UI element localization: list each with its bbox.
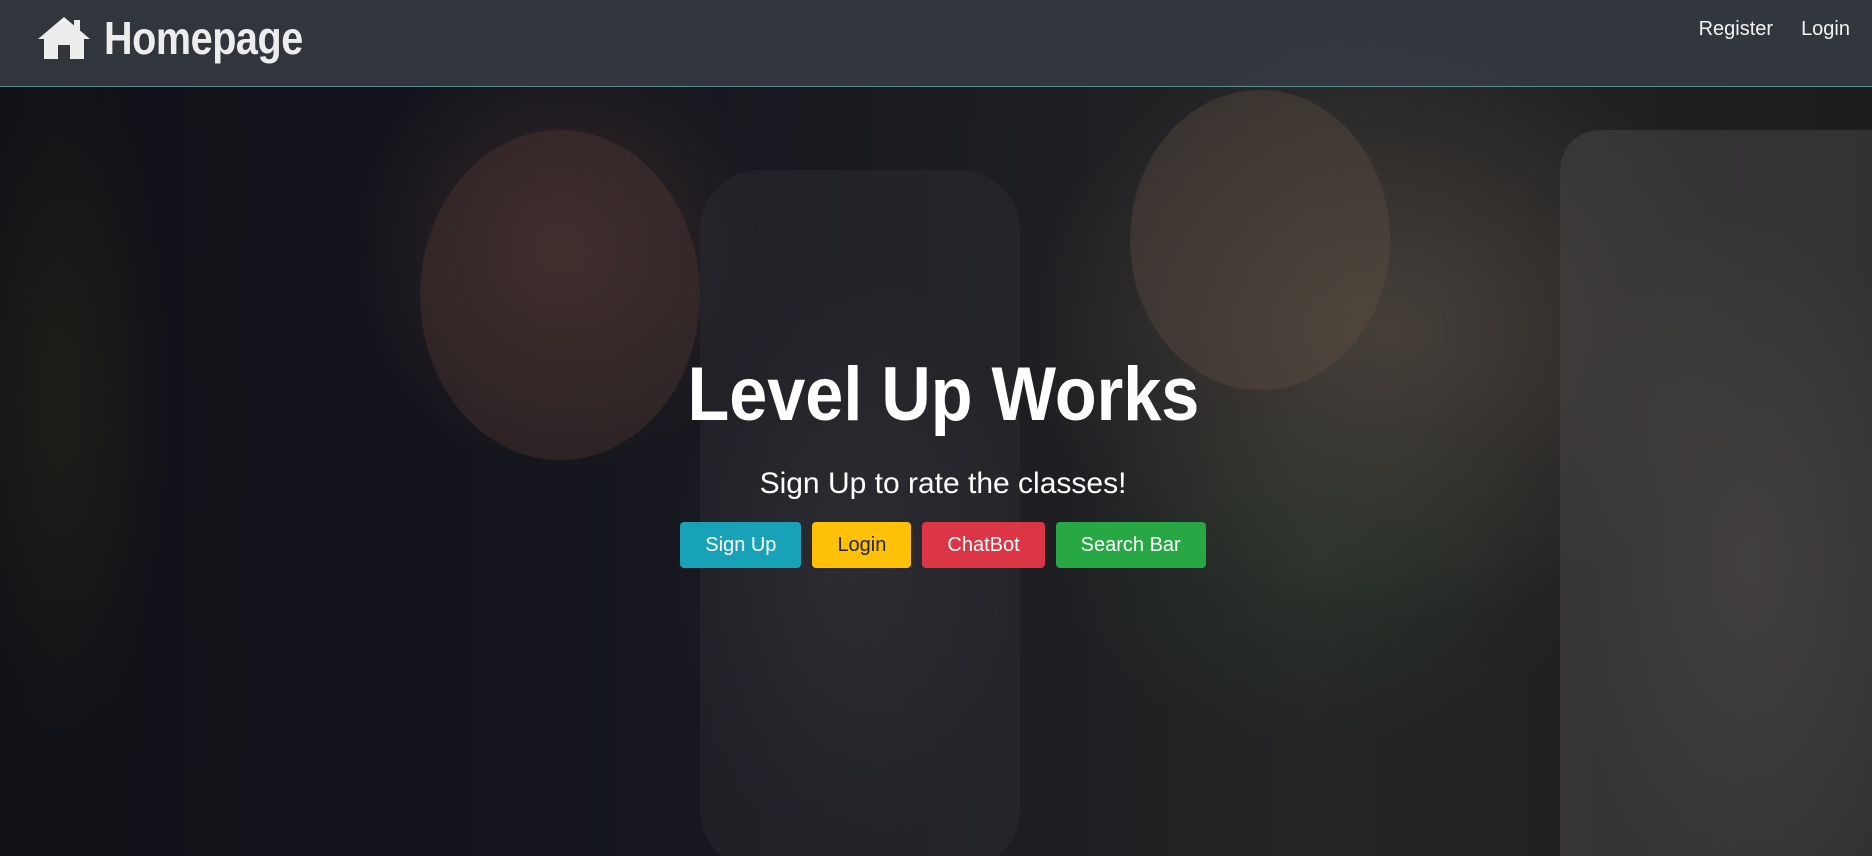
brand-link[interactable]: Homepage — [36, 8, 335, 68]
login-button[interactable]: Login — [812, 522, 912, 568]
hero-button-row: Sign Up Login ChatBot Search Bar — [0, 522, 1872, 568]
nav-login-link[interactable]: Login — [1801, 16, 1850, 42]
top-navbar: Homepage Register Login — [0, 0, 1872, 87]
hero-subtitle: Sign Up to rate the classes! — [759, 467, 1127, 500]
brand-label: Homepage — [104, 12, 303, 64]
home-icon — [36, 15, 92, 61]
nav-links: Register Login — [1699, 16, 1850, 42]
hero-title: Level Up Works — [687, 352, 1199, 437]
search-bar-button[interactable]: Search Bar — [1055, 522, 1206, 568]
page: Homepage Register Login Level Up Works S… — [0, 0, 1872, 856]
hero-content: Level Up Works Sign Up to rate the class… — [0, 350, 1872, 568]
sign-up-button[interactable]: Sign Up — [680, 522, 802, 568]
nav-register-link[interactable]: Register — [1699, 16, 1773, 42]
chatbot-button[interactable]: ChatBot — [922, 522, 1045, 568]
